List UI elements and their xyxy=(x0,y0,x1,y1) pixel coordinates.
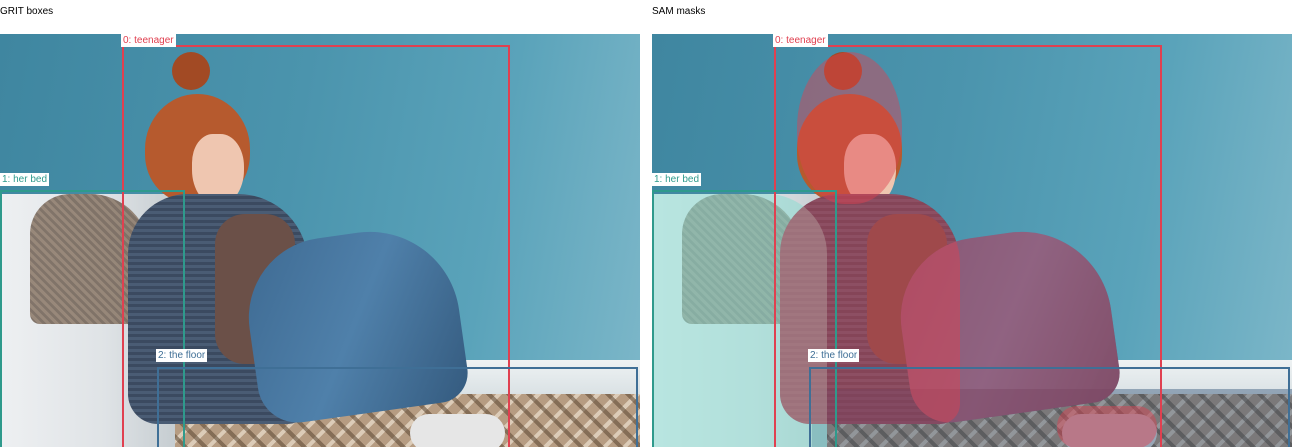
left-panel-title: GRIT boxes xyxy=(0,6,54,17)
floor-box-label: 2: the floor xyxy=(156,349,208,362)
teenager-box-label: 0: teenager xyxy=(773,34,828,47)
right-panel-title: SAM masks xyxy=(652,6,706,17)
bed-box-label: 1: her bed xyxy=(652,173,702,186)
floor-box xyxy=(157,367,638,447)
floor-box xyxy=(809,367,1290,447)
sam-masks-panel: 0: teenager 1: her bed 2: the floor xyxy=(652,34,1292,447)
teenager-box-label: 0: teenager xyxy=(121,34,176,47)
bed-box-label: 1: her bed xyxy=(0,173,50,186)
floor-box-label: 2: the floor xyxy=(808,349,860,362)
grit-boxes-panel: 0: teenager 1: her bed 2: the floor xyxy=(0,34,640,447)
